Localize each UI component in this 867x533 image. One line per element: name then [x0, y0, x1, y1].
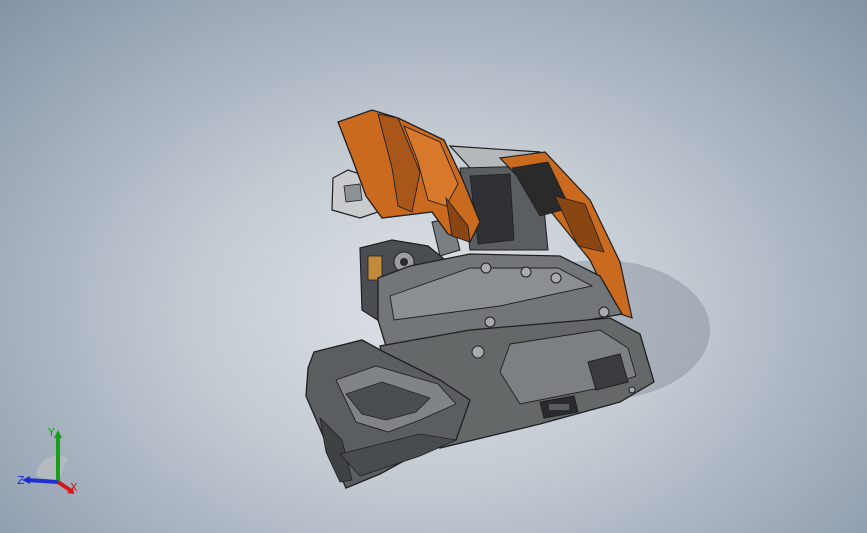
x-axis-icon: [56, 480, 72, 492]
screw: [480, 262, 492, 274]
triad-z-label: Z: [17, 474, 25, 487]
z-axis-icon: [25, 478, 59, 484]
cad-3d-model[interactable]: [0, 0, 867, 533]
screw: [598, 306, 610, 318]
triad-x-label: X: [70, 481, 78, 494]
screw: [550, 272, 562, 284]
screw: [628, 386, 636, 394]
screw: [520, 266, 532, 278]
triad-sphere-icon: [36, 455, 68, 482]
orientation-triad[interactable]: Y Z X: [10, 418, 90, 498]
screw: [471, 345, 485, 359]
triad-y-label: Y: [47, 426, 55, 439]
screw: [484, 316, 496, 328]
graphics-viewport[interactable]: Y Z X: [0, 0, 867, 533]
